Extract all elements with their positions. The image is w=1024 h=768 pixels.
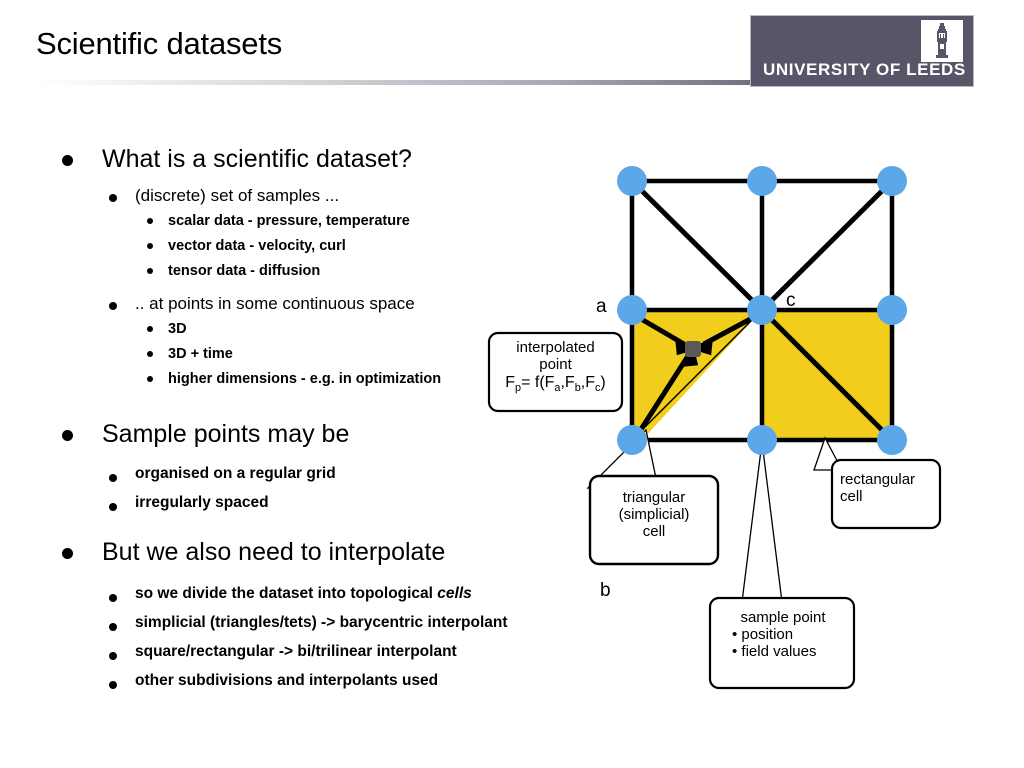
bullet-marker — [109, 652, 117, 660]
bullet-marker — [109, 681, 117, 689]
callout-line: sample point — [740, 609, 826, 626]
bullet-marker — [147, 351, 153, 357]
bullet-marker — [62, 548, 73, 559]
bullet-marker — [62, 155, 73, 166]
bullet-text: square/rectangular -> bi/trilinear inter… — [135, 643, 457, 660]
bullet-group-3: But we also need to interpolate so we di… — [62, 538, 508, 690]
bullet-group-2: Sample points may be organised on a regu… — [62, 420, 349, 512]
bullet-item-3-1: so we divide the dataset into topologica… — [62, 585, 508, 603]
bullet-group-1: What is a scientific dataset? (discrete)… — [62, 145, 441, 388]
bullet-marker — [147, 326, 153, 332]
bullet-text: 3D — [168, 321, 187, 337]
callout-line: interpolated — [516, 339, 595, 356]
node-a — [617, 295, 647, 325]
bullet-text: But we also need to interpolate — [102, 538, 446, 566]
bullet-item-1-1-1: scalar data - pressure, temperature — [62, 212, 441, 230]
bullet-text: (discrete) set of samples ... — [135, 186, 340, 205]
bullet-text: .. at points in some continuous space — [135, 294, 415, 313]
bullet-item-1-1-3: tensor data - diffusion — [62, 262, 441, 280]
bullet-item-1-2-1: 3D — [62, 320, 441, 338]
bullet-item-1-2-2: 3D + time — [62, 345, 441, 363]
node-c — [747, 295, 777, 325]
bullet-text: simplicial (triangles/tets) -> barycentr… — [135, 614, 508, 631]
bullet-item-3-4: other subdivisions and interpolants used — [62, 672, 508, 690]
bullet-sub-1-1: (discrete) set of samples ... — [62, 186, 441, 206]
bullet-marker — [147, 376, 153, 382]
title-divider — [36, 80, 754, 85]
bullet-marker — [147, 268, 153, 274]
triangular-cell-callout-text: triangular (simplicial) cell — [590, 489, 718, 540]
node-b — [617, 425, 647, 455]
page-title: Scientific datasets — [36, 26, 283, 61]
node-label-c: c — [786, 290, 796, 311]
bullet-text: Sample points may be — [102, 420, 350, 448]
node-bottom-right — [877, 425, 907, 455]
bullet-text: irregularly spaced — [135, 494, 269, 511]
bullet-item-2-1: organised on a regular grid — [62, 465, 349, 483]
node-mid-right — [877, 295, 907, 325]
node-label-a: a — [596, 296, 607, 317]
bullet-heading-3: But we also need to interpolate — [62, 538, 508, 567]
bullet-text: vector data - velocity, curl — [168, 238, 346, 254]
bullet-heading-1: What is a scientific dataset? — [62, 145, 441, 174]
interpolation-formula: Fp= f(Fa,Fb,Fc) — [505, 373, 606, 394]
bullet-item-1-1-2: vector data - velocity, curl — [62, 237, 441, 255]
interpolated-point-callout-text: interpolated point Fp= f(Fa,Fb,Fc) — [489, 339, 622, 394]
bullet-marker — [109, 503, 117, 511]
bullet-text: 3D + time — [168, 346, 233, 362]
leeds-crest-icon — [921, 20, 963, 62]
bullet-heading-2: Sample points may be — [62, 420, 349, 449]
sample-point-callout-text: sample point • position • field values — [718, 609, 848, 660]
bullet-text: other subdivisions and interpolants used — [135, 672, 439, 689]
interpolated-point-marker — [685, 341, 701, 357]
callout-line: cell — [840, 487, 863, 505]
bullet-marker — [147, 243, 153, 249]
node-bottom-mid — [747, 425, 777, 455]
mesh-diagram: a b c interpolated point Fp= f(Fa,Fb,Fc)… — [470, 150, 1024, 730]
callout-line: (simplicial) — [618, 505, 690, 523]
bullet-marker — [62, 430, 73, 441]
bullet-text: organised on a regular grid — [135, 465, 336, 482]
node-top-mid — [747, 166, 777, 196]
callout-line: triangular — [622, 489, 686, 506]
bullet-sub-1-2: .. at points in some continuous space — [62, 294, 441, 314]
bullet-marker — [109, 474, 117, 482]
university-logo: UNIVERSITY OF LEEDS — [750, 15, 974, 87]
callout-line: point — [539, 355, 572, 373]
node-label-b: b — [600, 580, 611, 601]
callout-line: • field values — [732, 642, 817, 660]
bullet-marker — [109, 623, 117, 631]
bullet-text: What is a scientific dataset? — [102, 145, 412, 173]
rectangular-cell-callout-text: rectangular cell — [840, 471, 940, 506]
bullet-marker — [109, 194, 117, 202]
bullet-item-2-2: irregularly spaced — [62, 494, 349, 512]
callout-line: cell — [642, 522, 666, 540]
bullet-marker — [147, 218, 153, 224]
bullet-marker — [109, 594, 117, 602]
bullet-marker — [109, 302, 117, 310]
bullet-text: so we divide the dataset into topologica… — [135, 585, 472, 602]
logo-wordmark: UNIVERSITY OF LEEDS — [763, 60, 966, 79]
sample-point-callout-tail — [741, 441, 783, 603]
callout-line: rectangular — [840, 471, 916, 488]
callout-line: • position — [732, 625, 794, 643]
bullet-item-3-2: simplicial (triangles/tets) -> barycentr… — [62, 614, 508, 632]
emphasis-cells: cells — [437, 585, 472, 602]
bullet-text: higher dimensions - e.g. in optimization — [168, 371, 442, 387]
node-top-left — [617, 166, 647, 196]
bullet-text: tensor data - diffusion — [168, 263, 321, 279]
bullet-item-1-2-3: higher dimensions - e.g. in optimization — [62, 370, 441, 388]
bullet-text: scalar data - pressure, temperature — [168, 213, 410, 229]
node-top-right — [877, 166, 907, 196]
bullet-item-3-3: square/rectangular -> bi/trilinear inter… — [62, 643, 508, 661]
